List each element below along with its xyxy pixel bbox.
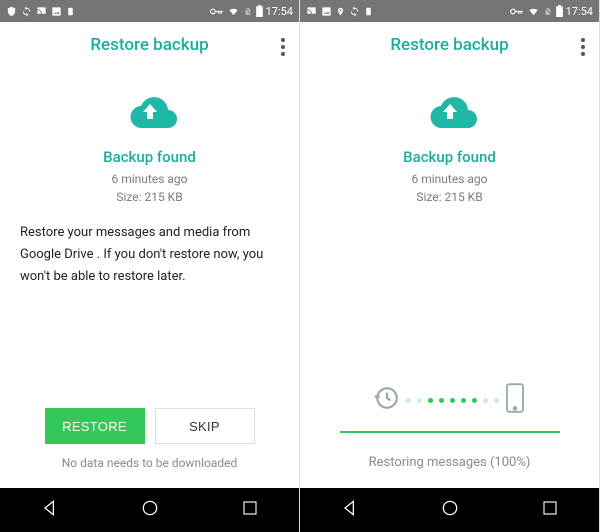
backup-found-title: Backup found bbox=[403, 148, 496, 166]
dot-icon bbox=[439, 398, 444, 403]
no-sim-icon bbox=[243, 6, 253, 17]
status-bar: 17:54 bbox=[0, 0, 299, 22]
cast-icon bbox=[306, 6, 317, 17]
content-area: Backup found 6 minutes ago Size: 215 KB … bbox=[0, 68, 299, 488]
backup-time: 6 minutes ago bbox=[412, 170, 488, 188]
dot-icon bbox=[417, 398, 422, 403]
status-time: 17:54 bbox=[266, 5, 293, 18]
page-title: Restore backup bbox=[90, 35, 208, 55]
status-icons-left bbox=[306, 6, 373, 17]
transfer-visual bbox=[374, 383, 525, 417]
key-icon bbox=[210, 6, 224, 17]
backup-time: 6 minutes ago bbox=[112, 170, 188, 188]
dot-icon bbox=[494, 398, 499, 403]
wifi-icon bbox=[227, 6, 240, 17]
nav-back-icon[interactable] bbox=[40, 498, 60, 522]
backup-size: Size: 215 KB bbox=[116, 188, 182, 206]
progress-area: Restoring messages (100%) bbox=[320, 383, 579, 470]
no-sim-icon bbox=[543, 6, 553, 17]
image-icon bbox=[51, 6, 62, 17]
status-icons-right: 17:54 bbox=[210, 5, 293, 18]
restoring-status: Restoring messages (100%) bbox=[369, 455, 531, 470]
content-area: Backup found 6 minutes ago Size: 215 KB bbox=[300, 68, 599, 488]
nav-bar bbox=[300, 488, 599, 532]
status-bar: 17:54 bbox=[300, 0, 599, 22]
nav-recent-icon[interactable] bbox=[241, 499, 259, 521]
app-bar: Restore backup bbox=[300, 22, 599, 68]
status-icons-right: 17:54 bbox=[510, 5, 593, 18]
dot-icon bbox=[450, 398, 455, 403]
key-icon bbox=[510, 6, 524, 17]
status-icons-left bbox=[6, 6, 75, 17]
nav-bar bbox=[0, 488, 299, 532]
overflow-menu-icon[interactable] bbox=[277, 34, 289, 60]
overflow-menu-icon[interactable] bbox=[577, 34, 589, 60]
restore-button[interactable]: RESTORE bbox=[45, 408, 145, 444]
wifi-icon bbox=[527, 6, 540, 17]
skip-button[interactable]: SKIP bbox=[155, 408, 255, 444]
dot-icon bbox=[428, 398, 433, 403]
phone-small-icon bbox=[66, 6, 75, 17]
footer-note: No data needs to be downloaded bbox=[62, 456, 238, 470]
restore-description: Restore your messages and media from Goo… bbox=[20, 222, 279, 288]
app-bar: Restore backup bbox=[0, 22, 299, 68]
history-icon bbox=[374, 385, 400, 415]
dot-icon bbox=[472, 398, 477, 403]
sync-icon bbox=[349, 6, 360, 17]
dot-icon bbox=[461, 398, 466, 403]
phone-icon bbox=[505, 383, 525, 417]
battery-icon bbox=[556, 5, 563, 17]
cloud-upload-icon bbox=[120, 90, 180, 138]
dot-icon bbox=[406, 398, 411, 403]
cloud-upload-icon bbox=[420, 90, 480, 138]
battery-icon bbox=[256, 5, 263, 17]
phone-right: 17:54 Restore backup Backup found 6 minu… bbox=[300, 0, 600, 532]
dot-icon bbox=[483, 398, 488, 403]
nav-home-icon[interactable] bbox=[440, 498, 460, 522]
sync-icon bbox=[21, 6, 32, 17]
nav-back-icon[interactable] bbox=[340, 498, 360, 522]
phone-left: 17:54 Restore backup Backup found 6 minu… bbox=[0, 0, 300, 532]
backup-size: Size: 215 KB bbox=[416, 188, 482, 206]
location-icon bbox=[336, 6, 345, 17]
nav-recent-icon[interactable] bbox=[541, 499, 559, 521]
image-icon bbox=[321, 6, 332, 17]
shield-icon bbox=[6, 6, 17, 17]
phone-small-icon bbox=[364, 6, 373, 17]
nav-home-icon[interactable] bbox=[140, 498, 160, 522]
button-row: RESTORE SKIP bbox=[20, 408, 279, 444]
status-time: 17:54 bbox=[566, 5, 593, 18]
backup-found-title: Backup found bbox=[103, 148, 196, 166]
page-title: Restore backup bbox=[390, 35, 508, 55]
progress-bar bbox=[340, 431, 560, 433]
cast-icon bbox=[36, 6, 47, 17]
